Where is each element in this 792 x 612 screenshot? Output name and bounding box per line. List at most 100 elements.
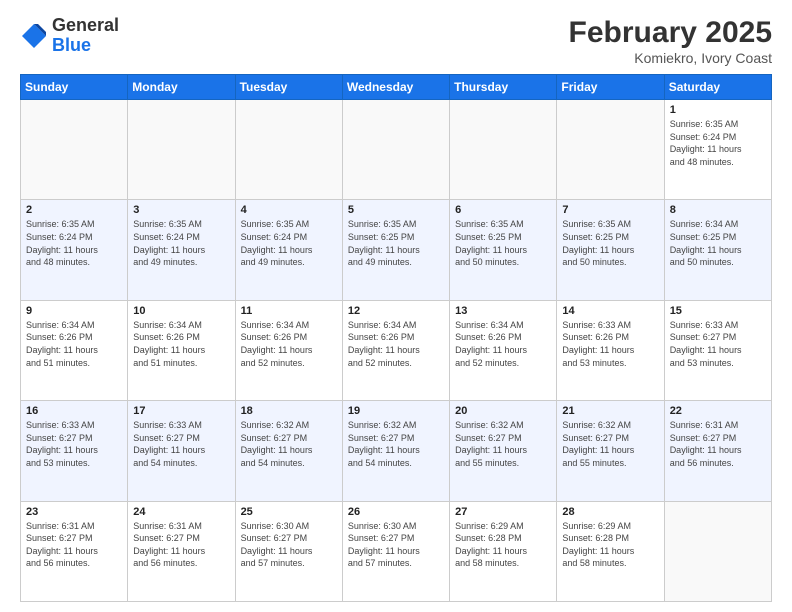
day-info: Sunrise: 6:35 AM Sunset: 6:25 PM Dayligh… xyxy=(348,218,444,268)
title-area: February 2025 Komiekro, Ivory Coast xyxy=(569,16,772,66)
calendar-cell: 17 Sunrise: 6:33 AM Sunset: 6:27 PM Dayli… xyxy=(128,401,235,501)
calendar-cell: 3 Sunrise: 6:35 AM Sunset: 6:24 PM Daylig… xyxy=(128,200,235,300)
calendar-cell: 10 Sunrise: 6:34 AM Sunset: 6:26 PM Dayli… xyxy=(128,300,235,400)
day-number: 18 xyxy=(241,405,337,417)
day-info: Sunrise: 6:35 AM Sunset: 6:24 PM Dayligh… xyxy=(133,218,229,268)
calendar-cell: 9Sunrise: 6:34 AM Sunset: 6:26 PM Daylig… xyxy=(21,300,128,400)
calendar-cell: 1 Sunrise: 6:35 AM Sunset: 6:24 PM Daylig… xyxy=(664,100,771,200)
header: General Blue February 2025 Komiekro, Ivo… xyxy=(20,16,772,66)
day-info: Sunrise: 6:34 AM Sunset: 6:25 PM Dayligh… xyxy=(670,218,766,268)
calendar-cell: 12Sunrise: 6:34 AM Sunset: 6:26 PM Dayli… xyxy=(342,300,449,400)
day-info: Sunrise: 6:32 AM Sunset: 6:27 PM Dayligh… xyxy=(455,419,551,469)
calendar-cell: 14 Sunrise: 6:33 AM Sunset: 6:26 PM Dayli… xyxy=(557,300,664,400)
logo-blue: Blue xyxy=(52,36,119,56)
day-info: Sunrise: 6:35 AM Sunset: 6:25 PM Dayligh… xyxy=(455,218,551,268)
day-number: 1 xyxy=(670,104,766,116)
day-number: 5 xyxy=(348,204,444,216)
calendar-week-row: 2 Sunrise: 6:35 AM Sunset: 6:24 PM Daylig… xyxy=(21,200,772,300)
calendar-cell: 16 Sunrise: 6:33 AM Sunset: 6:27 PM Dayli… xyxy=(21,401,128,501)
calendar-table: SundayMondayTuesdayWednesdayThursdayFrid… xyxy=(20,74,772,602)
day-info: Sunrise: 6:32 AM Sunset: 6:27 PM Dayligh… xyxy=(241,419,337,469)
calendar-cell: 25 Sunrise: 6:30 AM Sunset: 6:27 PM Dayli… xyxy=(235,501,342,601)
day-number: 20 xyxy=(455,405,551,417)
day-info: Sunrise: 6:33 AM Sunset: 6:27 PM Dayligh… xyxy=(26,419,122,469)
calendar-cell: 23 Sunrise: 6:31 AM Sunset: 6:27 PM Dayli… xyxy=(21,501,128,601)
calendar-cell xyxy=(21,100,128,200)
logo-icon xyxy=(20,22,48,50)
calendar-cell: 7Sunrise: 6:35 AM Sunset: 6:25 PM Daylig… xyxy=(557,200,664,300)
day-number: 21 xyxy=(562,405,658,417)
day-info: Sunrise: 6:29 AM Sunset: 6:28 PM Dayligh… xyxy=(455,520,551,570)
calendar-week-row: 1 Sunrise: 6:35 AM Sunset: 6:24 PM Daylig… xyxy=(21,100,772,200)
day-number: 17 xyxy=(133,405,229,417)
day-info: Sunrise: 6:33 AM Sunset: 6:27 PM Dayligh… xyxy=(133,419,229,469)
day-number: 13 xyxy=(455,305,551,317)
day-number: 28 xyxy=(562,506,658,518)
calendar-cell xyxy=(450,100,557,200)
day-info: Sunrise: 6:31 AM Sunset: 6:27 PM Dayligh… xyxy=(133,520,229,570)
day-number: 4 xyxy=(241,204,337,216)
calendar-header-friday: Friday xyxy=(557,75,664,100)
day-number: 3 xyxy=(133,204,229,216)
logo-general: General xyxy=(52,16,119,36)
calendar-cell: 5 Sunrise: 6:35 AM Sunset: 6:25 PM Daylig… xyxy=(342,200,449,300)
calendar-header-monday: Monday xyxy=(128,75,235,100)
day-info: Sunrise: 6:31 AM Sunset: 6:27 PM Dayligh… xyxy=(26,520,122,570)
logo: General Blue xyxy=(20,16,119,56)
calendar-header-tuesday: Tuesday xyxy=(235,75,342,100)
calendar-cell: 27 Sunrise: 6:29 AM Sunset: 6:28 PM Dayli… xyxy=(450,501,557,601)
calendar-cell: 15 Sunrise: 6:33 AM Sunset: 6:27 PM Dayli… xyxy=(664,300,771,400)
day-number: 25 xyxy=(241,506,337,518)
calendar-cell: 28 Sunrise: 6:29 AM Sunset: 6:28 PM Dayli… xyxy=(557,501,664,601)
calendar-cell xyxy=(342,100,449,200)
calendar-cell: 13Sunrise: 6:34 AM Sunset: 6:26 PM Dayli… xyxy=(450,300,557,400)
day-number: 14 xyxy=(562,305,658,317)
location: Komiekro, Ivory Coast xyxy=(569,50,772,66)
day-info: Sunrise: 6:29 AM Sunset: 6:28 PM Dayligh… xyxy=(562,520,658,570)
calendar-cell xyxy=(664,501,771,601)
calendar-cell: 22 Sunrise: 6:31 AM Sunset: 6:27 PM Dayli… xyxy=(664,401,771,501)
day-number: 8 xyxy=(670,204,766,216)
calendar-week-row: 16 Sunrise: 6:33 AM Sunset: 6:27 PM Dayli… xyxy=(21,401,772,501)
calendar-header-thursday: Thursday xyxy=(450,75,557,100)
day-info: Sunrise: 6:35 AM Sunset: 6:24 PM Dayligh… xyxy=(26,218,122,268)
day-info: Sunrise: 6:30 AM Sunset: 6:27 PM Dayligh… xyxy=(241,520,337,570)
day-number: 10 xyxy=(133,305,229,317)
day-info: Sunrise: 6:31 AM Sunset: 6:27 PM Dayligh… xyxy=(670,419,766,469)
day-info: Sunrise: 6:35 AM Sunset: 6:24 PM Dayligh… xyxy=(670,118,766,168)
day-number: 24 xyxy=(133,506,229,518)
day-number: 19 xyxy=(348,405,444,417)
day-number: 2 xyxy=(26,204,122,216)
day-info: Sunrise: 6:30 AM Sunset: 6:27 PM Dayligh… xyxy=(348,520,444,570)
day-number: 15 xyxy=(670,305,766,317)
calendar-cell: 20 Sunrise: 6:32 AM Sunset: 6:27 PM Dayli… xyxy=(450,401,557,501)
calendar-cell: 4 Sunrise: 6:35 AM Sunset: 6:24 PM Daylig… xyxy=(235,200,342,300)
day-info: Sunrise: 6:34 AM Sunset: 6:26 PM Dayligh… xyxy=(26,319,122,369)
day-number: 22 xyxy=(670,405,766,417)
day-info: Sunrise: 6:34 AM Sunset: 6:26 PM Dayligh… xyxy=(241,319,337,369)
logo-text: General Blue xyxy=(52,16,119,56)
calendar-cell: 2 Sunrise: 6:35 AM Sunset: 6:24 PM Daylig… xyxy=(21,200,128,300)
calendar-cell xyxy=(235,100,342,200)
day-info: Sunrise: 6:34 AM Sunset: 6:26 PM Dayligh… xyxy=(133,319,229,369)
day-info: Sunrise: 6:35 AM Sunset: 6:24 PM Dayligh… xyxy=(241,218,337,268)
calendar-cell: 6Sunrise: 6:35 AM Sunset: 6:25 PM Daylig… xyxy=(450,200,557,300)
day-number: 27 xyxy=(455,506,551,518)
day-number: 7 xyxy=(562,204,658,216)
calendar-header-row: SundayMondayTuesdayWednesdayThursdayFrid… xyxy=(21,75,772,100)
calendar-cell: 26Sunrise: 6:30 AM Sunset: 6:27 PM Dayli… xyxy=(342,501,449,601)
calendar-cell: 24 Sunrise: 6:31 AM Sunset: 6:27 PM Dayli… xyxy=(128,501,235,601)
calendar-header-saturday: Saturday xyxy=(664,75,771,100)
day-number: 16 xyxy=(26,405,122,417)
day-info: Sunrise: 6:33 AM Sunset: 6:26 PM Dayligh… xyxy=(562,319,658,369)
calendar-cell xyxy=(557,100,664,200)
day-info: Sunrise: 6:32 AM Sunset: 6:27 PM Dayligh… xyxy=(562,419,658,469)
day-number: 11 xyxy=(241,305,337,317)
day-info: Sunrise: 6:33 AM Sunset: 6:27 PM Dayligh… xyxy=(670,319,766,369)
calendar-cell xyxy=(128,100,235,200)
calendar-cell: 21 Sunrise: 6:32 AM Sunset: 6:27 PM Dayli… xyxy=(557,401,664,501)
month-title: February 2025 xyxy=(569,16,772,50)
calendar-header-wednesday: Wednesday xyxy=(342,75,449,100)
calendar-cell: 19Sunrise: 6:32 AM Sunset: 6:27 PM Dayli… xyxy=(342,401,449,501)
day-number: 23 xyxy=(26,506,122,518)
